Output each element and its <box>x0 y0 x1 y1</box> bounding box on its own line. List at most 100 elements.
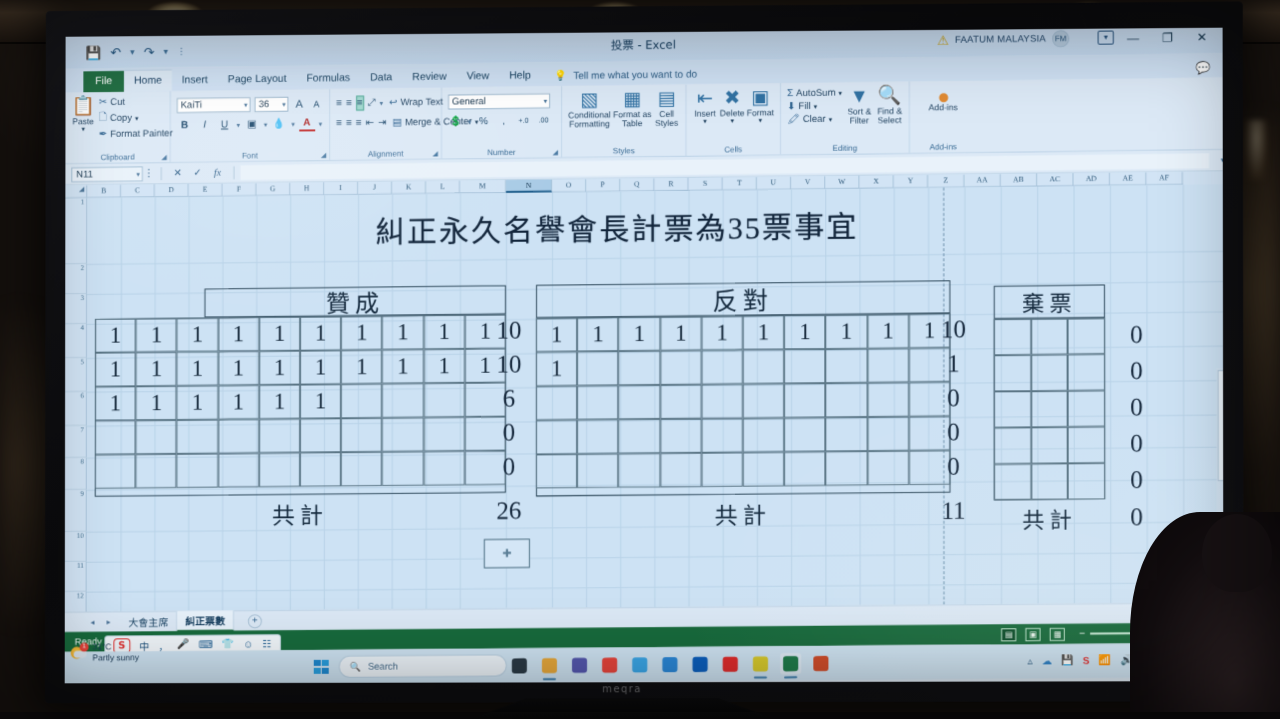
decrease-indent-icon[interactable]: ⇤ <box>366 116 374 131</box>
sheet-tab-chairman[interactable]: 大會主席 <box>120 612 177 631</box>
vote-cell[interactable] <box>577 454 618 489</box>
chevron-down-icon[interactable]: ▾ <box>544 95 548 108</box>
column-header-d[interactable]: D <box>155 184 189 197</box>
tab-home[interactable]: Home <box>124 69 172 92</box>
column-header-y[interactable]: Y <box>894 175 928 188</box>
vote-cell[interactable] <box>95 454 136 488</box>
column-header-u[interactable]: U <box>757 176 791 189</box>
warning-icon[interactable]: ⚠ <box>937 34 949 47</box>
chrome-canary-taskbar-icon[interactable] <box>750 653 771 674</box>
delete-cells-button[interactable]: ✖ Delete ▾ <box>720 87 745 126</box>
vote-cell[interactable] <box>660 350 701 385</box>
safely-remove-hardware-icon[interactable]: 💾 <box>1061 655 1074 666</box>
column-header-c[interactable]: C <box>121 184 155 197</box>
vote-cell[interactable] <box>259 419 300 453</box>
decrease-decimal-button[interactable]: .00 <box>536 113 552 128</box>
show-hidden-icons-icon[interactable]: ▵ <box>1028 656 1033 667</box>
column-header-o[interactable]: O <box>552 179 586 192</box>
microsoft-powerpoint-taskbar-icon[interactable] <box>810 652 831 673</box>
vote-cell[interactable] <box>994 355 1031 392</box>
increase-indent-icon[interactable]: ⇥ <box>378 115 386 130</box>
expand-formula-bar-icon[interactable]: ▾ <box>1221 156 1224 164</box>
font-dialog-launcher[interactable]: ◢ <box>321 151 326 159</box>
name-box[interactable]: N11 ▾ <box>71 166 143 182</box>
column-header-ab[interactable]: AB <box>1001 173 1037 187</box>
vote-cell[interactable] <box>177 453 218 487</box>
column-header-j[interactable]: J <box>358 181 392 194</box>
sogou-icon[interactable]: S <box>1083 655 1090 666</box>
clear-button[interactable]: 🖍 Clear ▾ <box>787 114 842 126</box>
fill-color-icon[interactable]: 💧 <box>271 117 287 132</box>
vote-cell[interactable] <box>826 417 868 452</box>
format-painter-button[interactable]: ✒ Format Painter <box>99 128 173 140</box>
column-header-ac[interactable]: AC <box>1037 173 1073 187</box>
row-header-6[interactable]: 6 <box>65 392 87 426</box>
vote-cell[interactable] <box>743 384 784 419</box>
column-header-e[interactable]: E <box>189 183 223 196</box>
align-left-icon[interactable]: ≡ <box>336 116 342 131</box>
microsoft-excel-taskbar-icon[interactable] <box>780 653 801 674</box>
row-header-11[interactable]: 11 <box>65 562 87 592</box>
vote-cell[interactable] <box>536 420 577 455</box>
vote-cell[interactable] <box>660 384 701 419</box>
comment-icon[interactable]: 💬 <box>1196 61 1211 75</box>
column-header-w[interactable]: W <box>825 176 859 189</box>
vote-cell[interactable] <box>619 453 660 488</box>
vote-cell[interactable] <box>423 417 464 451</box>
restore-button[interactable]: ❐ <box>1150 28 1184 50</box>
page-layout-view-icon[interactable]: ▣ <box>1026 627 1041 640</box>
align-right-icon[interactable]: ≡ <box>356 116 362 131</box>
add-sheet-button[interactable]: + <box>248 614 262 628</box>
vote-cell[interactable] <box>994 464 1031 501</box>
vote-cell[interactable] <box>577 419 618 454</box>
minimize-button[interactable]: — <box>1116 28 1150 51</box>
file-explorer-taskbar-icon[interactable] <box>539 654 560 675</box>
column-header-k[interactable]: K <box>392 181 426 194</box>
row-header-10[interactable]: 10 <box>65 532 87 562</box>
vote-cell[interactable] <box>743 418 784 453</box>
number-format-select[interactable]: General ▾ <box>448 93 550 109</box>
vote-cell[interactable] <box>1031 354 1068 391</box>
vote-cell[interactable] <box>701 350 742 385</box>
align-top-icon[interactable]: ≡ <box>336 96 342 111</box>
row-header-9[interactable]: 9 <box>65 490 87 532</box>
vote-cell[interactable] <box>177 419 218 453</box>
vote-cell[interactable] <box>743 349 784 384</box>
vote-cell[interactable] <box>1031 318 1068 355</box>
column-header-ae[interactable]: AE <box>1110 172 1146 186</box>
vote-cell[interactable] <box>994 391 1031 428</box>
tab-help[interactable]: Help <box>499 65 541 87</box>
vote-cell[interactable] <box>784 417 825 452</box>
close-button[interactable]: ✕ <box>1185 28 1219 50</box>
vote-cell[interactable] <box>784 452 825 487</box>
row-header-2[interactable]: 2 <box>65 264 87 294</box>
chevron-down-icon[interactable]: ▾ <box>282 99 286 112</box>
bold-button[interactable]: B <box>177 118 193 133</box>
google-chrome-taskbar-icon[interactable] <box>599 654 620 675</box>
column-header-af[interactable]: AF <box>1146 172 1182 186</box>
autosum-button[interactable]: Σ AutoSum ▾ <box>787 87 842 99</box>
vote-cell[interactable] <box>341 418 382 452</box>
vote-cell[interactable] <box>423 451 464 485</box>
vote-cell[interactable] <box>994 319 1031 356</box>
vote-cell[interactable] <box>619 419 660 454</box>
row-header-5[interactable]: 5 <box>65 358 87 392</box>
account-area[interactable]: ⚠ FAATUM MALAYSIA FM <box>937 30 1069 49</box>
column-header-b[interactable]: B <box>87 185 121 198</box>
cell-styles-button[interactable]: ▤ Cell Styles <box>654 88 680 128</box>
prev-sheet-icon[interactable]: ◂ <box>91 618 95 627</box>
vote-cell[interactable] <box>994 427 1031 464</box>
vote-cell[interactable] <box>701 384 742 419</box>
column-header-n[interactable]: N <box>506 179 552 193</box>
column-header-s[interactable]: S <box>689 177 723 190</box>
search-input[interactable]: 🔍 Search <box>339 654 507 677</box>
vote-cell[interactable] <box>300 418 341 452</box>
alignment-dialog-launcher[interactable]: ◢ <box>433 150 438 158</box>
column-header-ad[interactable]: AD <box>1074 173 1110 187</box>
column-header-aa[interactable]: AA <box>964 174 1000 188</box>
microphone-icon[interactable]: 🎤 <box>177 639 189 650</box>
font-color-dropdown-icon[interactable]: ▾ <box>319 120 323 128</box>
orientation-icon[interactable]: ⤢ <box>368 96 376 111</box>
column-header-f[interactable]: F <box>222 183 256 196</box>
insert-cells-button[interactable]: ⇤ Insert ▾ <box>693 87 718 126</box>
